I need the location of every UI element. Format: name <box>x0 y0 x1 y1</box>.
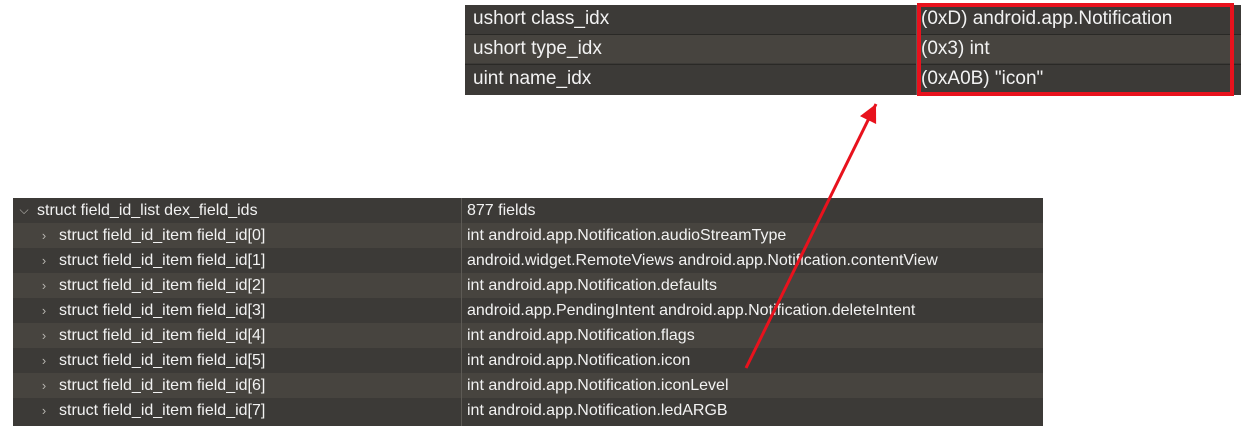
chevron-right-icon[interactable]: › <box>35 228 53 243</box>
chevron-right-icon[interactable]: › <box>35 328 53 343</box>
list-item-name: struct field_id_item field_id[0] <box>59 226 266 244</box>
tree-root-value: 877 fields <box>467 201 536 219</box>
list-item[interactable]: › struct field_id_item field_id[5] int an… <box>13 348 1043 373</box>
column-separator <box>916 5 917 95</box>
detail-field-value: (0xD) android.app.Notification <box>921 8 1173 29</box>
list-item-name: struct field_id_item field_id[2] <box>59 276 266 294</box>
detail-field-name: ushort type_idx <box>473 38 602 59</box>
detail-row-name-idx[interactable]: uint name_idx (0xA0B) "icon" <box>465 65 1241 93</box>
detail-row-class-idx[interactable]: ushort class_idx (0xD) android.app.Notif… <box>465 5 1241 33</box>
list-item-name: struct field_id_item field_id[7] <box>59 401 266 419</box>
list-item-name: struct field_id_item field_id[6] <box>59 376 266 394</box>
tree-root-name-cell: ⌵ struct field_id_list dex_field_ids <box>13 198 458 223</box>
list-item-value: int android.app.Notification.iconLevel <box>467 376 729 394</box>
detail-row-type-idx[interactable]: ushort type_idx (0x3) int <box>465 35 1241 63</box>
chevron-right-icon[interactable]: › <box>35 278 53 293</box>
list-item[interactable]: › struct field_id_item field_id[6] int an… <box>13 373 1043 398</box>
list-item[interactable]: › struct field_id_item field_id[7] int an… <box>13 398 1043 423</box>
list-item-value: android.app.PendingIntent android.app.No… <box>467 301 916 319</box>
list-item-value: int android.app.Notification.audioStream… <box>467 226 787 244</box>
detail-field-name: uint name_idx <box>473 68 592 89</box>
list-item-value: int android.app.Notification.flags <box>467 326 695 344</box>
chevron-down-icon[interactable]: ⌵ <box>15 203 33 218</box>
list-item-name: struct field_id_item field_id[5] <box>59 351 266 369</box>
list-item[interactable]: › struct field_id_item field_id[3] androi… <box>13 298 1043 323</box>
list-item[interactable]: › struct field_id_item field_id[0] int an… <box>13 223 1043 248</box>
detail-field-value: (0xA0B) "icon" <box>921 68 1044 89</box>
list-item-value: int android.app.Notification.icon <box>467 351 691 369</box>
list-item-value: android.widget.RemoteViews android.app.N… <box>467 251 938 269</box>
list-item[interactable]: › struct field_id_item field_id[1] androi… <box>13 248 1043 273</box>
list-item[interactable]: › struct field_id_item field_id[2] int an… <box>13 273 1043 298</box>
field-detail-panel: ushort class_idx (0xD) android.app.Notif… <box>465 5 1241 95</box>
chevron-right-icon[interactable]: › <box>35 353 53 368</box>
detail-field-value: (0x3) int <box>921 38 990 59</box>
chevron-right-icon[interactable]: › <box>35 303 53 318</box>
column-separator <box>461 198 462 426</box>
chevron-right-icon[interactable]: › <box>35 378 53 393</box>
detail-field-name: ushort class_idx <box>473 8 610 29</box>
list-item-value: int android.app.Notification.ledARGB <box>467 401 728 419</box>
list-item-value: int android.app.Notification.defaults <box>467 276 717 294</box>
tree-root-label: struct field_id_list dex_field_ids <box>37 201 258 219</box>
field-id-list-panel: ⌵ struct field_id_list dex_field_ids 877… <box>13 198 1043 426</box>
list-item-name: struct field_id_item field_id[3] <box>59 301 266 319</box>
tree-root-row[interactable]: ⌵ struct field_id_list dex_field_ids 877… <box>13 198 1043 223</box>
chevron-right-icon[interactable]: › <box>35 403 53 418</box>
list-item-name: struct field_id_item field_id[1] <box>59 251 266 269</box>
chevron-right-icon[interactable]: › <box>35 253 53 268</box>
list-item-name: struct field_id_item field_id[4] <box>59 326 266 344</box>
list-item[interactable]: › struct field_id_item field_id[4] int an… <box>13 323 1043 348</box>
